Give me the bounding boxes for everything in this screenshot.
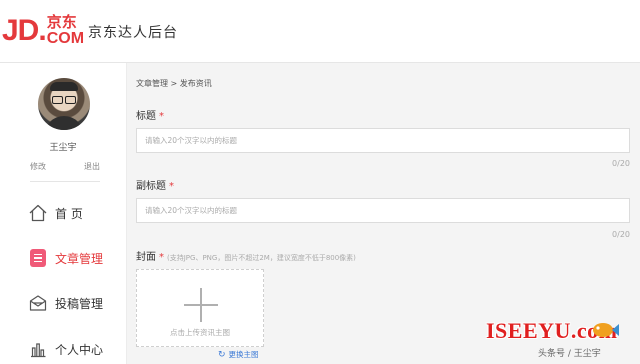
subtitle-char-counter: 0/20	[612, 230, 630, 239]
sidebar-item-submissions[interactable]: 投稿管理	[28, 291, 124, 315]
article-icon	[28, 248, 48, 268]
title-char-counter: 0/20	[612, 159, 630, 168]
title-label-text: 标题	[136, 111, 156, 122]
title-input[interactable]	[136, 128, 630, 153]
cover-field-label: 封面 * (支持JPG、PNG，图片不超过2M，建议宽度不低于800像素)	[136, 248, 356, 263]
subtitle-input[interactable]	[136, 198, 630, 223]
username: 王尘宇	[49, 143, 77, 153]
logo-cn-text: 京东	[46, 13, 77, 31]
subtitle-label-text: 副标题	[136, 181, 166, 192]
change-cover-label: 更换主图	[228, 350, 259, 359]
required-mark: *	[159, 111, 164, 122]
sidebar-item-label: 投稿管理	[55, 296, 104, 311]
sidebar: 王尘宇 修改 退出 首 页 文章管理 投稿管理 个人中心	[0, 63, 127, 364]
refresh-icon: ↻	[218, 349, 226, 360]
sidebar-item-profile[interactable]: 个人中心	[28, 337, 124, 361]
chart-icon	[28, 339, 48, 359]
top-header: JD. 京东 COM 京东达人后台	[0, 0, 640, 63]
required-mark: *	[169, 181, 174, 192]
subtitle-field-label: 副标题 *	[136, 177, 174, 192]
home-icon	[28, 203, 48, 223]
cover-label-text: 封面	[136, 252, 156, 263]
jd-logo[interactable]: JD. 京东 COM	[2, 14, 84, 48]
sidebar-divider	[30, 181, 100, 182]
logo-jd-text: JD.	[2, 14, 47, 47]
inbox-icon	[28, 293, 48, 313]
cover-upload-area[interactable]: 点击上传资讯主图	[136, 269, 264, 347]
watermark-sub: 头条号 / 王尘宇	[538, 349, 601, 359]
avatar[interactable]	[38, 78, 90, 130]
sidebar-item-articles[interactable]: 文章管理	[28, 246, 124, 270]
sidebar-item-label: 首 页	[55, 206, 83, 221]
watermark: ISEEYU.com 头条号 / 王尘宇	[486, 318, 640, 364]
sidebar-item-label: 文章管理	[55, 251, 104, 266]
sidebar-item-label: 个人中心	[55, 342, 104, 357]
fish-logo-icon	[593, 323, 619, 337]
app-title: 京东达人后台	[88, 25, 178, 41]
required-mark: *	[159, 252, 164, 263]
sidebar-item-home[interactable]: 首 页	[28, 201, 124, 225]
cover-hint: (支持JPG、PNG，图片不超过2M，建议宽度不低于800像素)	[167, 254, 356, 262]
logo-dotcom-text: COM	[46, 30, 85, 47]
logout-link[interactable]: 退出	[84, 161, 100, 172]
title-field-label: 标题 *	[136, 107, 164, 122]
breadcrumb: 文章管理 > 发布资讯	[136, 79, 212, 88]
edit-profile-link[interactable]: 修改	[30, 161, 46, 172]
change-cover-button[interactable]: ↻ 更换主图	[218, 349, 259, 360]
user-actions: 修改 退出	[30, 161, 100, 172]
upload-label: 点击上传资讯主图	[170, 328, 230, 337]
